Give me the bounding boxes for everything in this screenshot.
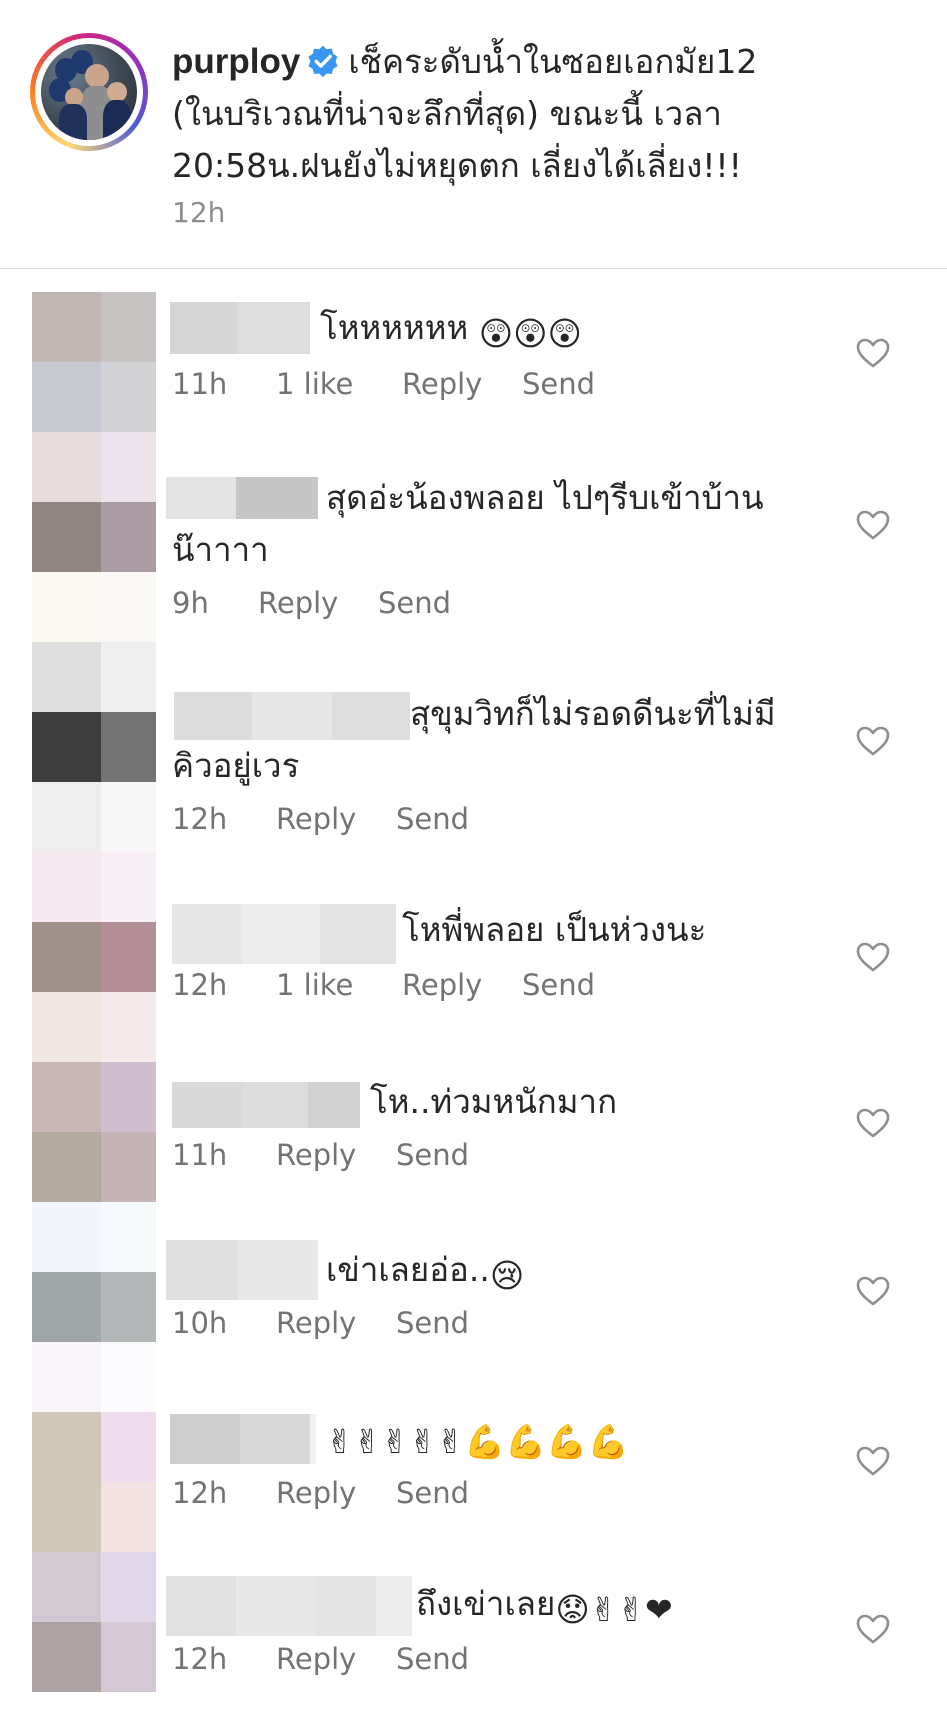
author-username[interactable]: purploy	[172, 42, 300, 81]
comment-timestamp: 11h	[172, 1138, 228, 1172]
comment-text: สุขุมวิทก็ไม่รอดดีนะที่ไม่มี	[410, 694, 776, 733]
comment-text: โหหหหหห 😲😲😲	[320, 302, 582, 360]
send-button[interactable]: Send	[522, 367, 595, 401]
heart-outline-icon[interactable]	[856, 1276, 890, 1306]
like-count[interactable]: 1 like	[276, 367, 353, 401]
avatar-photo	[41, 44, 137, 140]
reply-button[interactable]: Reply	[402, 367, 482, 401]
commenter-username-redacted[interactable]	[166, 477, 318, 519]
send-button[interactable]: Send	[378, 586, 451, 620]
commenter-username-redacted[interactable]	[172, 904, 396, 964]
comment-text: ✌✌✌✌✌💪💪💪💪	[326, 1410, 629, 1468]
comment-timestamp: 12h	[172, 1476, 228, 1510]
commenter-avatar[interactable]	[32, 1552, 156, 1692]
reply-button[interactable]: Reply	[258, 586, 338, 620]
commenter-username-redacted[interactable]	[166, 1576, 412, 1636]
commenter-username-redacted[interactable]	[170, 302, 310, 354]
comment-timestamp: 12h	[172, 802, 228, 836]
post-caption: purploy เช็คระดับน้ำในซอยเอกมัย12 (ในบริ…	[0, 0, 947, 268]
emoji-crying: 😢	[489, 1256, 525, 1295]
emoji-astonished: 😲😲😲	[478, 314, 582, 353]
like-count[interactable]: 1 like	[276, 968, 353, 1002]
commenter-username-redacted[interactable]	[172, 1082, 360, 1128]
heart-outline-icon[interactable]	[856, 1614, 890, 1644]
author-avatar[interactable]	[30, 33, 148, 151]
emoji-worried-victory-heart: 😟✌✌❤	[555, 1590, 673, 1629]
commenter-avatar[interactable]	[32, 432, 156, 642]
comment-text: โห..ท่วมหนักมาก	[370, 1082, 618, 1121]
send-button[interactable]: Send	[396, 1138, 469, 1172]
reply-button[interactable]: Reply	[276, 802, 356, 836]
commenter-username-redacted[interactable]	[166, 1240, 318, 1300]
commenter-avatar[interactable]	[32, 642, 156, 852]
send-button[interactable]: Send	[396, 1642, 469, 1676]
reply-button[interactable]: Reply	[402, 968, 482, 1002]
commenter-username-redacted[interactable]	[174, 692, 410, 740]
reply-button[interactable]: Reply	[276, 1476, 356, 1510]
commenter-avatar[interactable]	[32, 292, 156, 432]
comment-timestamp: 11h	[172, 367, 228, 401]
comment-text-continued: น๊าาาา	[172, 530, 269, 569]
send-button[interactable]: Send	[396, 802, 469, 836]
caption-timestamp: 12h	[172, 196, 226, 229]
heart-outline-icon[interactable]	[856, 1446, 890, 1476]
commenter-username-redacted[interactable]	[170, 1414, 316, 1464]
reply-button[interactable]: Reply	[276, 1306, 356, 1340]
comment-text: ถึงเข่าเลย😟✌✌❤	[416, 1578, 673, 1636]
comment-text: โหพี่พลอย เป็นห่วงนะ	[402, 910, 707, 949]
send-button[interactable]: Send	[522, 968, 595, 1002]
heart-outline-icon[interactable]	[856, 726, 890, 756]
heart-outline-icon[interactable]	[856, 338, 890, 368]
comment-timestamp: 12h	[172, 1642, 228, 1676]
commenter-avatar[interactable]	[32, 1062, 156, 1202]
commenter-avatar[interactable]	[32, 852, 156, 1062]
caption-body: purploy เช็คระดับน้ำในซอยเอกมัย12 (ในบริ…	[172, 36, 812, 192]
comment-text-continued: คิวอยู่เวร	[172, 746, 300, 785]
reply-button[interactable]: Reply	[276, 1642, 356, 1676]
comment-text: สุดอ่ะน้องพลอย ไปๆรีบเข้าบ้าน	[326, 478, 764, 517]
commenter-avatar[interactable]	[32, 1202, 156, 1342]
comment-timestamp: 9h	[172, 586, 209, 620]
comment-text: เข่าเลยอ่อ..😢	[326, 1244, 524, 1302]
emoji-victory-and-flexed-biceps: ✌✌✌✌✌💪💪💪💪	[326, 1422, 629, 1461]
divider	[0, 268, 947, 269]
heart-outline-icon[interactable]	[856, 1108, 890, 1138]
comment-timestamp: 12h	[172, 968, 228, 1002]
send-button[interactable]: Send	[396, 1476, 469, 1510]
heart-outline-icon[interactable]	[856, 510, 890, 540]
send-button[interactable]: Send	[396, 1306, 469, 1340]
verified-badge-icon	[308, 45, 338, 78]
comment-timestamp: 10h	[172, 1306, 228, 1340]
reply-button[interactable]: Reply	[276, 1138, 356, 1172]
commenter-avatar[interactable]	[32, 1342, 156, 1552]
heart-outline-icon[interactable]	[856, 942, 890, 972]
